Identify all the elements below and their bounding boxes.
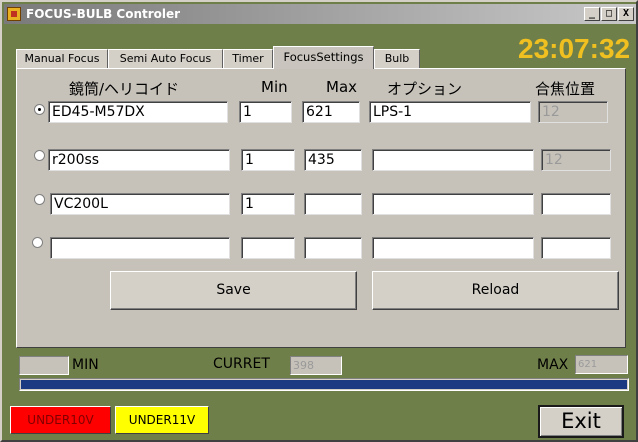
row-3-lens-field[interactable]: VC200L <box>50 193 230 215</box>
row-1-focus-position-field: 12 <box>538 101 608 123</box>
row-4-lens-field[interactable] <box>50 237 230 259</box>
row-1-lens-field[interactable]: ED45-M57DX <box>48 101 228 123</box>
header-focus-position: 合焦位置 <box>535 80 596 98</box>
row-4-option-field[interactable] <box>372 237 534 259</box>
header-min: Min <box>261 78 288 96</box>
max-label: MAX <box>537 357 569 373</box>
header-option: オプション <box>387 80 463 98</box>
main-window: FOCUS-BULB Controler _ □ X 23:07:32 Manu… <box>0 0 638 442</box>
tab-semi-auto-focus[interactable]: Semi Auto Focus <box>108 49 223 68</box>
row-2-radio[interactable] <box>34 150 45 161</box>
focus-settings-panel: 鏡筒/ヘリコイド Min Max オプション 合焦位置 ED45-M57DX 1… <box>16 68 626 348</box>
row-2-lens-field[interactable]: r200ss <box>48 149 230 171</box>
row-2-min-field[interactable]: 1 <box>241 149 295 171</box>
row-2-max-field[interactable]: 435 <box>304 149 362 171</box>
under10v-button[interactable]: UNDER10V <box>10 406 111 434</box>
under11v-button[interactable]: UNDER11V <box>115 406 209 434</box>
tab-bulb[interactable]: Bulb <box>374 49 420 68</box>
row-2-focus-position-field: 12 <box>541 149 611 171</box>
clock-display: 23:07:32 <box>518 31 630 67</box>
close-button[interactable]: X <box>618 7 634 21</box>
app-icon <box>7 7 21 21</box>
window-title: FOCUS-BULB Controler <box>26 7 181 21</box>
row-4-min-field[interactable] <box>241 237 295 259</box>
exit-button[interactable]: Exit <box>538 405 624 438</box>
row-1-option-field[interactable]: LPS-1 <box>369 101 531 123</box>
title-bar[interactable]: FOCUS-BULB Controler _ □ X <box>4 4 636 24</box>
row-3-option-field[interactable] <box>372 193 534 215</box>
row-4-focus-position-field[interactable] <box>541 237 611 259</box>
row-1-min-field[interactable]: 1 <box>239 101 292 123</box>
row-3-max-field[interactable] <box>304 193 362 215</box>
tab-manual-focus[interactable]: Manual Focus <box>16 49 108 68</box>
tab-focus-settings[interactable]: FocusSettings <box>273 46 374 69</box>
minimize-button[interactable]: _ <box>584 7 600 21</box>
header-max: Max <box>326 78 358 96</box>
row-3-min-field[interactable]: 1 <box>241 193 295 215</box>
max-value-field: 621 <box>575 355 628 374</box>
header-lens: 鏡筒/ヘリコイド <box>69 80 180 98</box>
progress-fill <box>21 380 627 389</box>
row-3-focus-position-field[interactable] <box>541 193 611 215</box>
row-3-radio[interactable] <box>34 194 45 205</box>
current-value-field: 398 <box>290 356 342 375</box>
maximize-button[interactable]: □ <box>601 7 617 21</box>
row-2-option-field[interactable] <box>372 149 534 171</box>
tab-timer[interactable]: Timer <box>223 49 273 68</box>
row-4-max-field[interactable] <box>304 237 362 259</box>
min-label: MIN <box>72 357 99 373</box>
focus-progress-bar <box>19 378 629 391</box>
current-label: CURRET <box>213 356 270 372</box>
row-1-radio[interactable] <box>34 104 45 115</box>
min-value-field <box>19 356 69 375</box>
reload-button[interactable]: Reload <box>372 271 619 310</box>
row-1-max-field[interactable]: 621 <box>302 101 360 123</box>
row-4-radio[interactable] <box>32 237 43 248</box>
save-button[interactable]: Save <box>110 271 357 310</box>
